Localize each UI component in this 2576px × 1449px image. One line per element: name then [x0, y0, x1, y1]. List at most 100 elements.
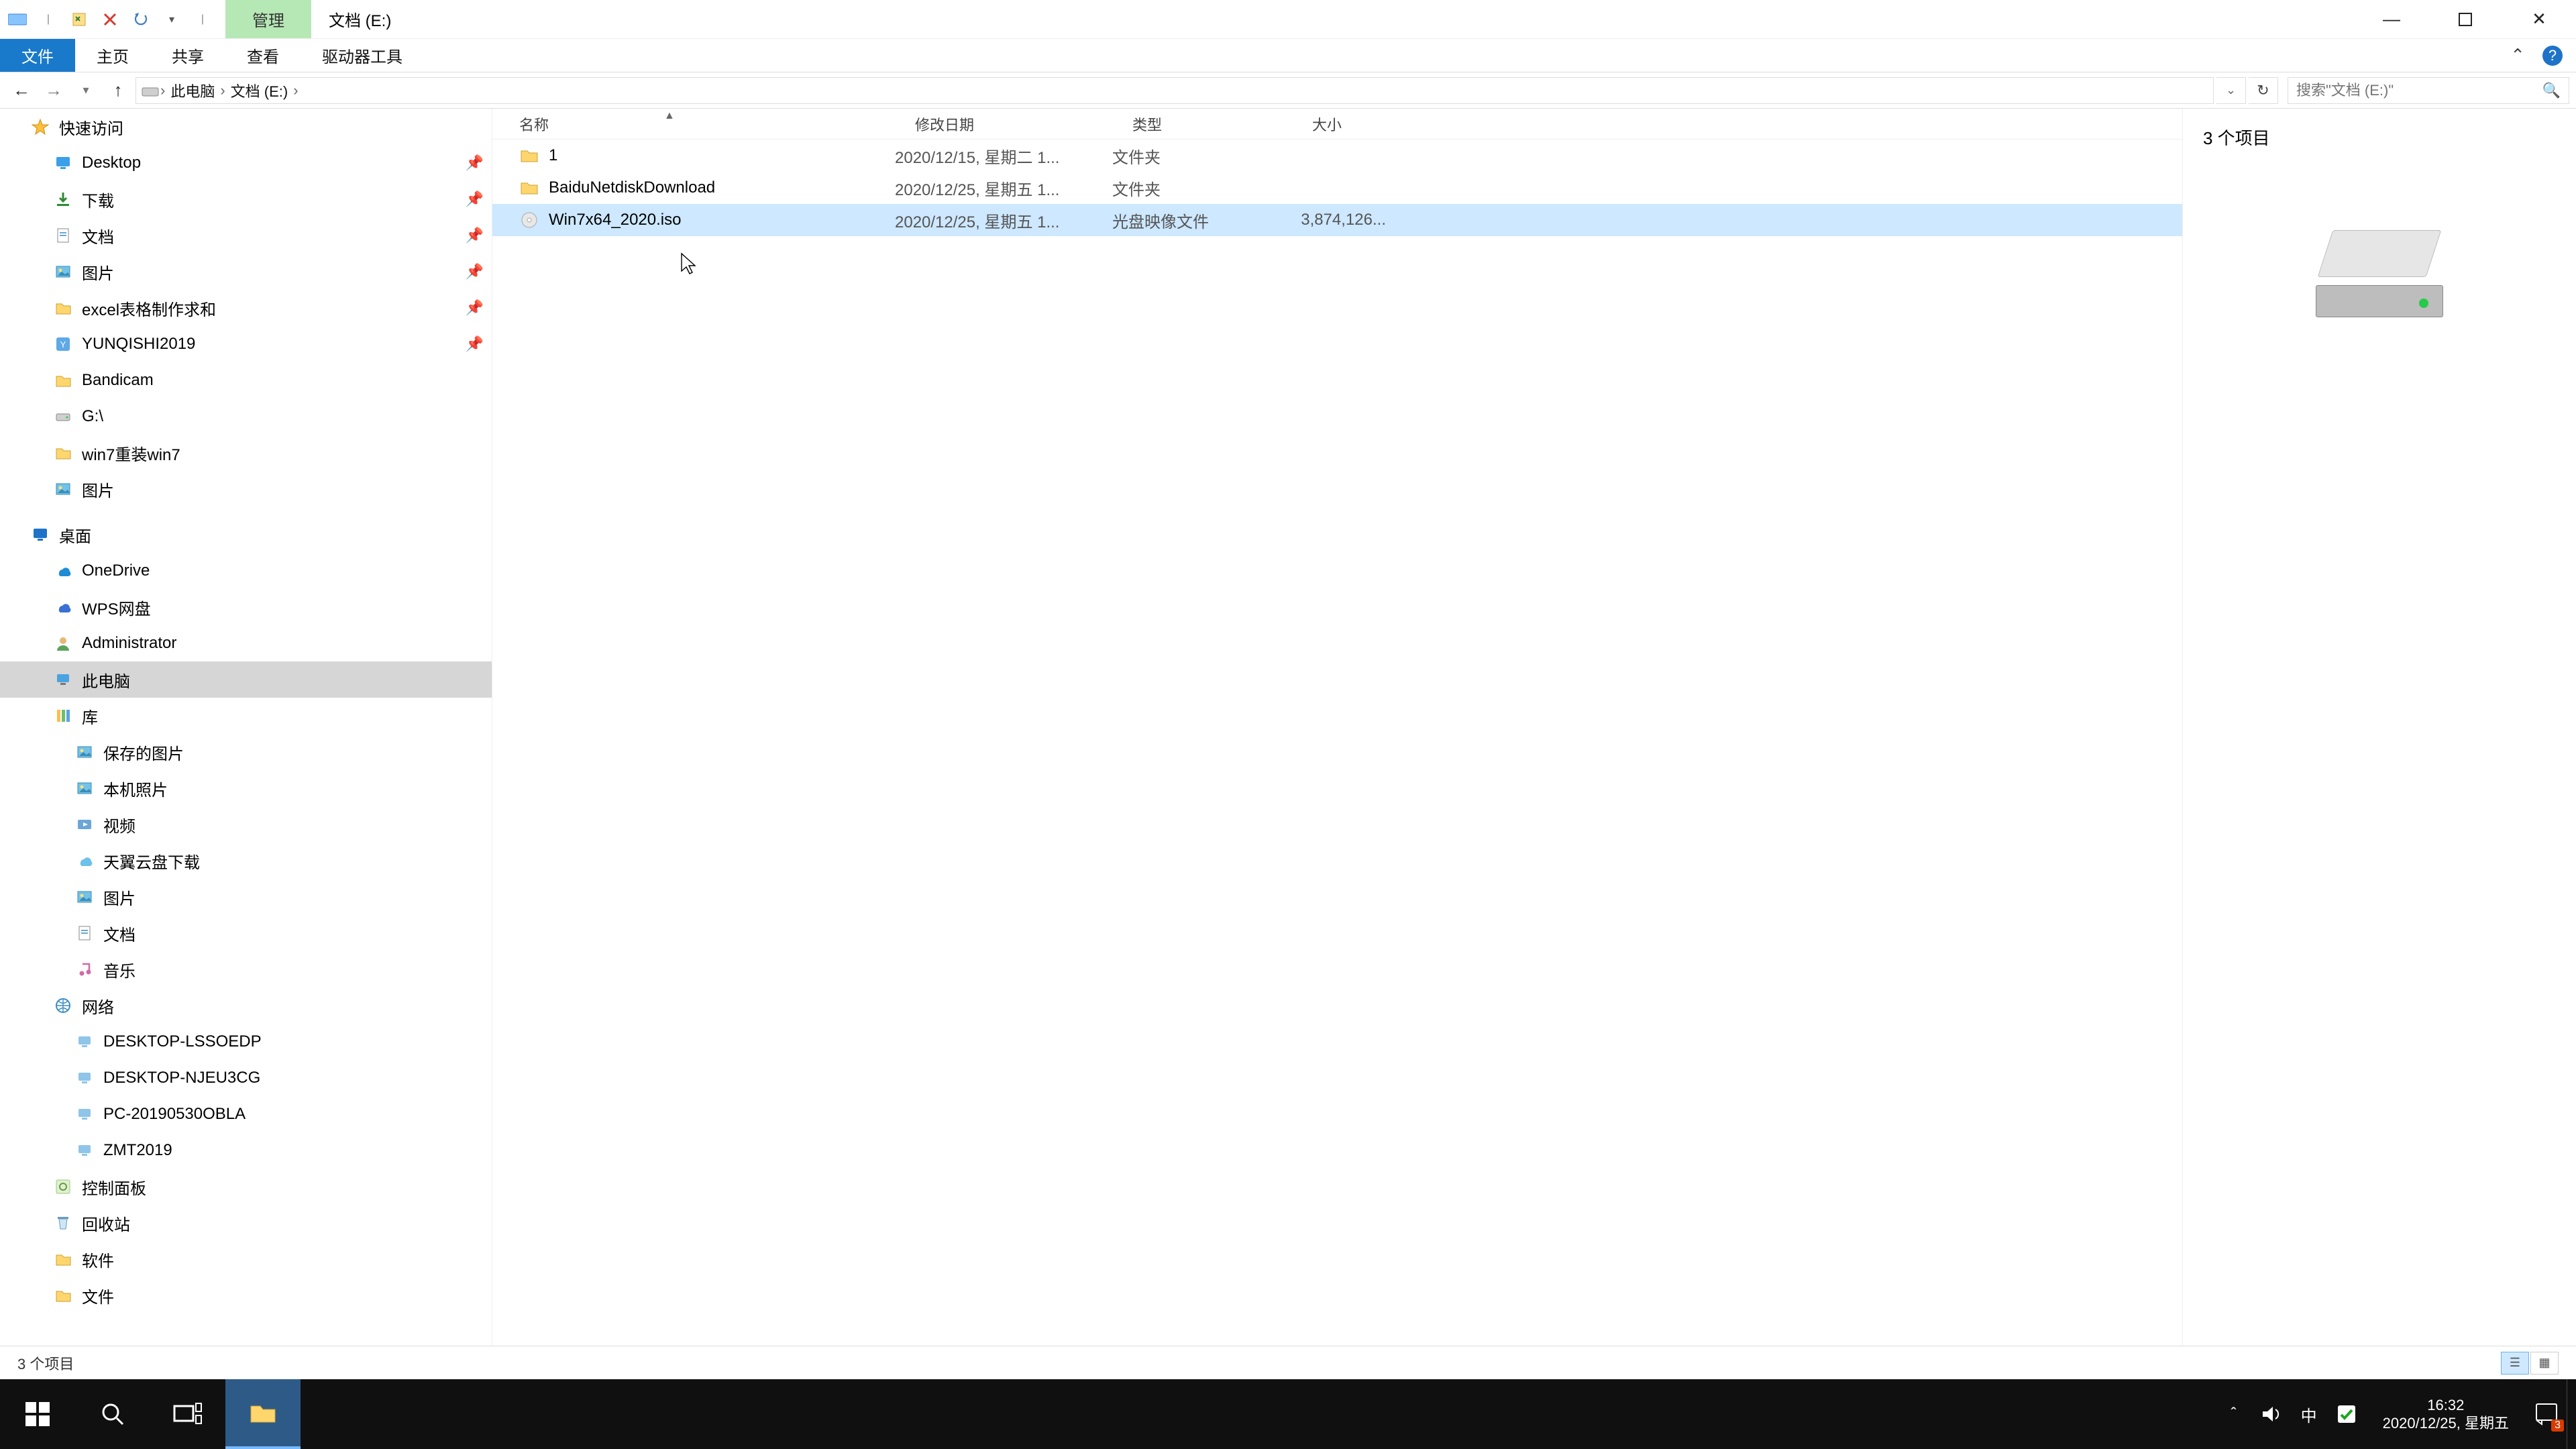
file-list-body[interactable]: 12020/12/15, 星期二 1...文件夹BaiduNetdiskDown… — [492, 140, 2182, 1346]
clock[interactable]: 16:32 2020/12/25, 星期五 — [2365, 1396, 2526, 1433]
contextual-tab-manage[interactable]: 管理 — [225, 0, 311, 38]
tree-item[interactable]: 图片 — [0, 471, 492, 507]
nav-up-button[interactable]: ↑ — [103, 76, 133, 105]
navigation-tree[interactable]: 快速访问Desktop📌下载📌文档📌图片📌excel表格制作求和📌YYUNQIS… — [0, 109, 492, 1346]
tree-item[interactable]: 视频 — [0, 806, 492, 843]
pics-icon — [74, 777, 95, 799]
tree-item[interactable]: 控制面板 — [0, 1169, 492, 1205]
ribbon-tab-drive[interactable]: 驱动器工具 — [301, 39, 424, 72]
tree-item[interactable]: excel表格制作求和📌 — [0, 290, 492, 326]
app-icon: Y — [52, 333, 74, 355]
column-header-size[interactable]: 大小 — [1285, 113, 1393, 135]
tree-item[interactable]: OneDrive — [0, 553, 492, 589]
ribbon-tab-share[interactable]: 共享 — [150, 39, 225, 72]
tree-item[interactable]: 图片📌 — [0, 254, 492, 290]
taskbar-app-explorer[interactable] — [225, 1379, 301, 1449]
file-row[interactable]: BaiduNetdiskDownload2020/12/25, 星期五 1...… — [492, 172, 2182, 204]
tree-item[interactable]: 软件 — [0, 1241, 492, 1277]
column-header-type[interactable]: 类型 — [1106, 113, 1285, 135]
minimize-button[interactable]: — — [2355, 0, 2428, 38]
tree-item[interactable]: 桌面 — [0, 517, 492, 553]
search-box[interactable]: 🔍 — [2288, 77, 2569, 104]
security-icon[interactable] — [2328, 1395, 2365, 1433]
tray-overflow-icon[interactable]: ˆ — [2215, 1395, 2253, 1433]
close-button[interactable]: ✕ — [2502, 0, 2576, 38]
nav-recent-button[interactable]: ▾ — [71, 76, 101, 105]
maximize-button[interactable] — [2428, 0, 2502, 38]
thumbnails-view-button[interactable]: ▦ — [2530, 1352, 2559, 1375]
tree-item-label: 桌面 — [59, 523, 484, 547]
tree-item[interactable]: 回收站 — [0, 1205, 492, 1241]
folder-icon — [52, 442, 74, 464]
ime-indicator[interactable]: 中 — [2290, 1395, 2328, 1433]
tree-item[interactable]: Desktop📌 — [0, 145, 492, 181]
tree-item[interactable]: ZMT2019 — [0, 1132, 492, 1169]
tree-item[interactable]: G:\ — [0, 398, 492, 435]
taskview-button[interactable] — [150, 1379, 225, 1449]
drive-icon — [52, 406, 74, 427]
breadcrumb[interactable]: › 此电脑 › 文档 (E:) › — [136, 77, 2214, 104]
start-button[interactable] — [0, 1379, 75, 1449]
tree-item[interactable]: 天翼云盘下载 — [0, 843, 492, 879]
tree-item[interactable]: 文档📌 — [0, 217, 492, 254]
tree-item[interactable]: 此电脑 — [0, 661, 492, 698]
notification-badge: 3 — [2551, 1419, 2564, 1432]
details-view-button[interactable]: ☰ — [2501, 1352, 2529, 1375]
tree-item-label: 网络 — [82, 994, 484, 1018]
breadcrumb-item-0[interactable]: 此电脑 — [166, 80, 219, 101]
column-header-date[interactable]: 修改日期 — [888, 113, 1106, 135]
tree-item[interactable]: Bandicam — [0, 362, 492, 398]
address-dropdown-button[interactable]: ⌄ — [2216, 77, 2246, 104]
action-center-icon[interactable]: 3 — [2526, 1394, 2567, 1434]
breadcrumb-item-1[interactable]: 文档 (E:) — [227, 80, 292, 101]
app-icon[interactable] — [7, 9, 28, 30]
chevron-right-icon[interactable]: › — [292, 82, 299, 99]
properties-icon[interactable] — [68, 9, 90, 30]
file-row[interactable]: 12020/12/15, 星期二 1...文件夹 — [492, 140, 2182, 172]
file-name: BaiduNetdiskDownload — [549, 178, 715, 197]
tree-item[interactable]: 本机照片 — [0, 770, 492, 806]
tree-item[interactable]: 快速访问 — [0, 109, 492, 145]
search-icon[interactable]: 🔍 — [2542, 82, 2561, 99]
tree-item[interactable]: 下载📌 — [0, 181, 492, 217]
chevron-right-icon[interactable]: › — [159, 82, 166, 99]
help-icon[interactable]: ? — [2542, 46, 2563, 66]
tree-item[interactable]: Administrator — [0, 625, 492, 661]
tree-item[interactable]: 文档 — [0, 915, 492, 951]
delete-icon[interactable] — [99, 9, 121, 30]
qat-separator2: | — [192, 9, 213, 30]
breadcrumb-drive-icon — [142, 84, 159, 97]
nav-back-button[interactable]: ← — [7, 76, 36, 105]
volume-icon[interactable] — [2253, 1395, 2290, 1433]
ribbon-tab-home[interactable]: 主页 — [75, 39, 150, 72]
tree-item[interactable]: win7重装win7 — [0, 435, 492, 471]
tree-item[interactable]: 保存的图片 — [0, 734, 492, 770]
tree-item[interactable]: 库 — [0, 698, 492, 734]
qat-more-icon[interactable]: ▾ — [161, 9, 182, 30]
undo-icon[interactable] — [130, 9, 152, 30]
tree-item-label: 音乐 — [103, 958, 484, 981]
netpc-icon — [74, 1140, 95, 1161]
refresh-button[interactable]: ↻ — [2249, 77, 2278, 104]
tree-item[interactable]: DESKTOP-LSSOEDP — [0, 1024, 492, 1060]
tree-item[interactable]: DESKTOP-NJEU3CG — [0, 1060, 492, 1096]
ribbon-tab-view[interactable]: 查看 — [225, 39, 301, 72]
file-row[interactable]: Win7x64_2020.iso2020/12/25, 星期五 1...光盘映像… — [492, 204, 2182, 236]
show-desktop-button[interactable] — [2567, 1379, 2576, 1449]
column-header-name[interactable]: 名称 ▲ — [492, 113, 888, 135]
tree-item[interactable]: YYUNQISHI2019📌 — [0, 326, 492, 362]
nav-forward-button[interactable]: → — [39, 76, 68, 105]
tree-item[interactable]: 网络 — [0, 987, 492, 1024]
search-input[interactable] — [2296, 82, 2542, 99]
tree-item[interactable]: 图片 — [0, 879, 492, 915]
tree-item[interactable]: 文件 — [0, 1277, 492, 1313]
tree-item[interactable]: WPS网盘 — [0, 589, 492, 625]
chevron-right-icon[interactable]: › — [219, 82, 226, 99]
tree-item-label: OneDrive — [82, 561, 484, 580]
clock-date: 2020/12/25, 星期五 — [2383, 1414, 2509, 1433]
tree-item[interactable]: PC-20190530OBLA — [0, 1096, 492, 1132]
ribbon-collapse-icon[interactable]: ⌃ — [2510, 45, 2525, 66]
search-button[interactable] — [75, 1379, 150, 1449]
tree-item[interactable]: 音乐 — [0, 951, 492, 987]
ribbon-tab-file[interactable]: 文件 — [0, 39, 75, 72]
